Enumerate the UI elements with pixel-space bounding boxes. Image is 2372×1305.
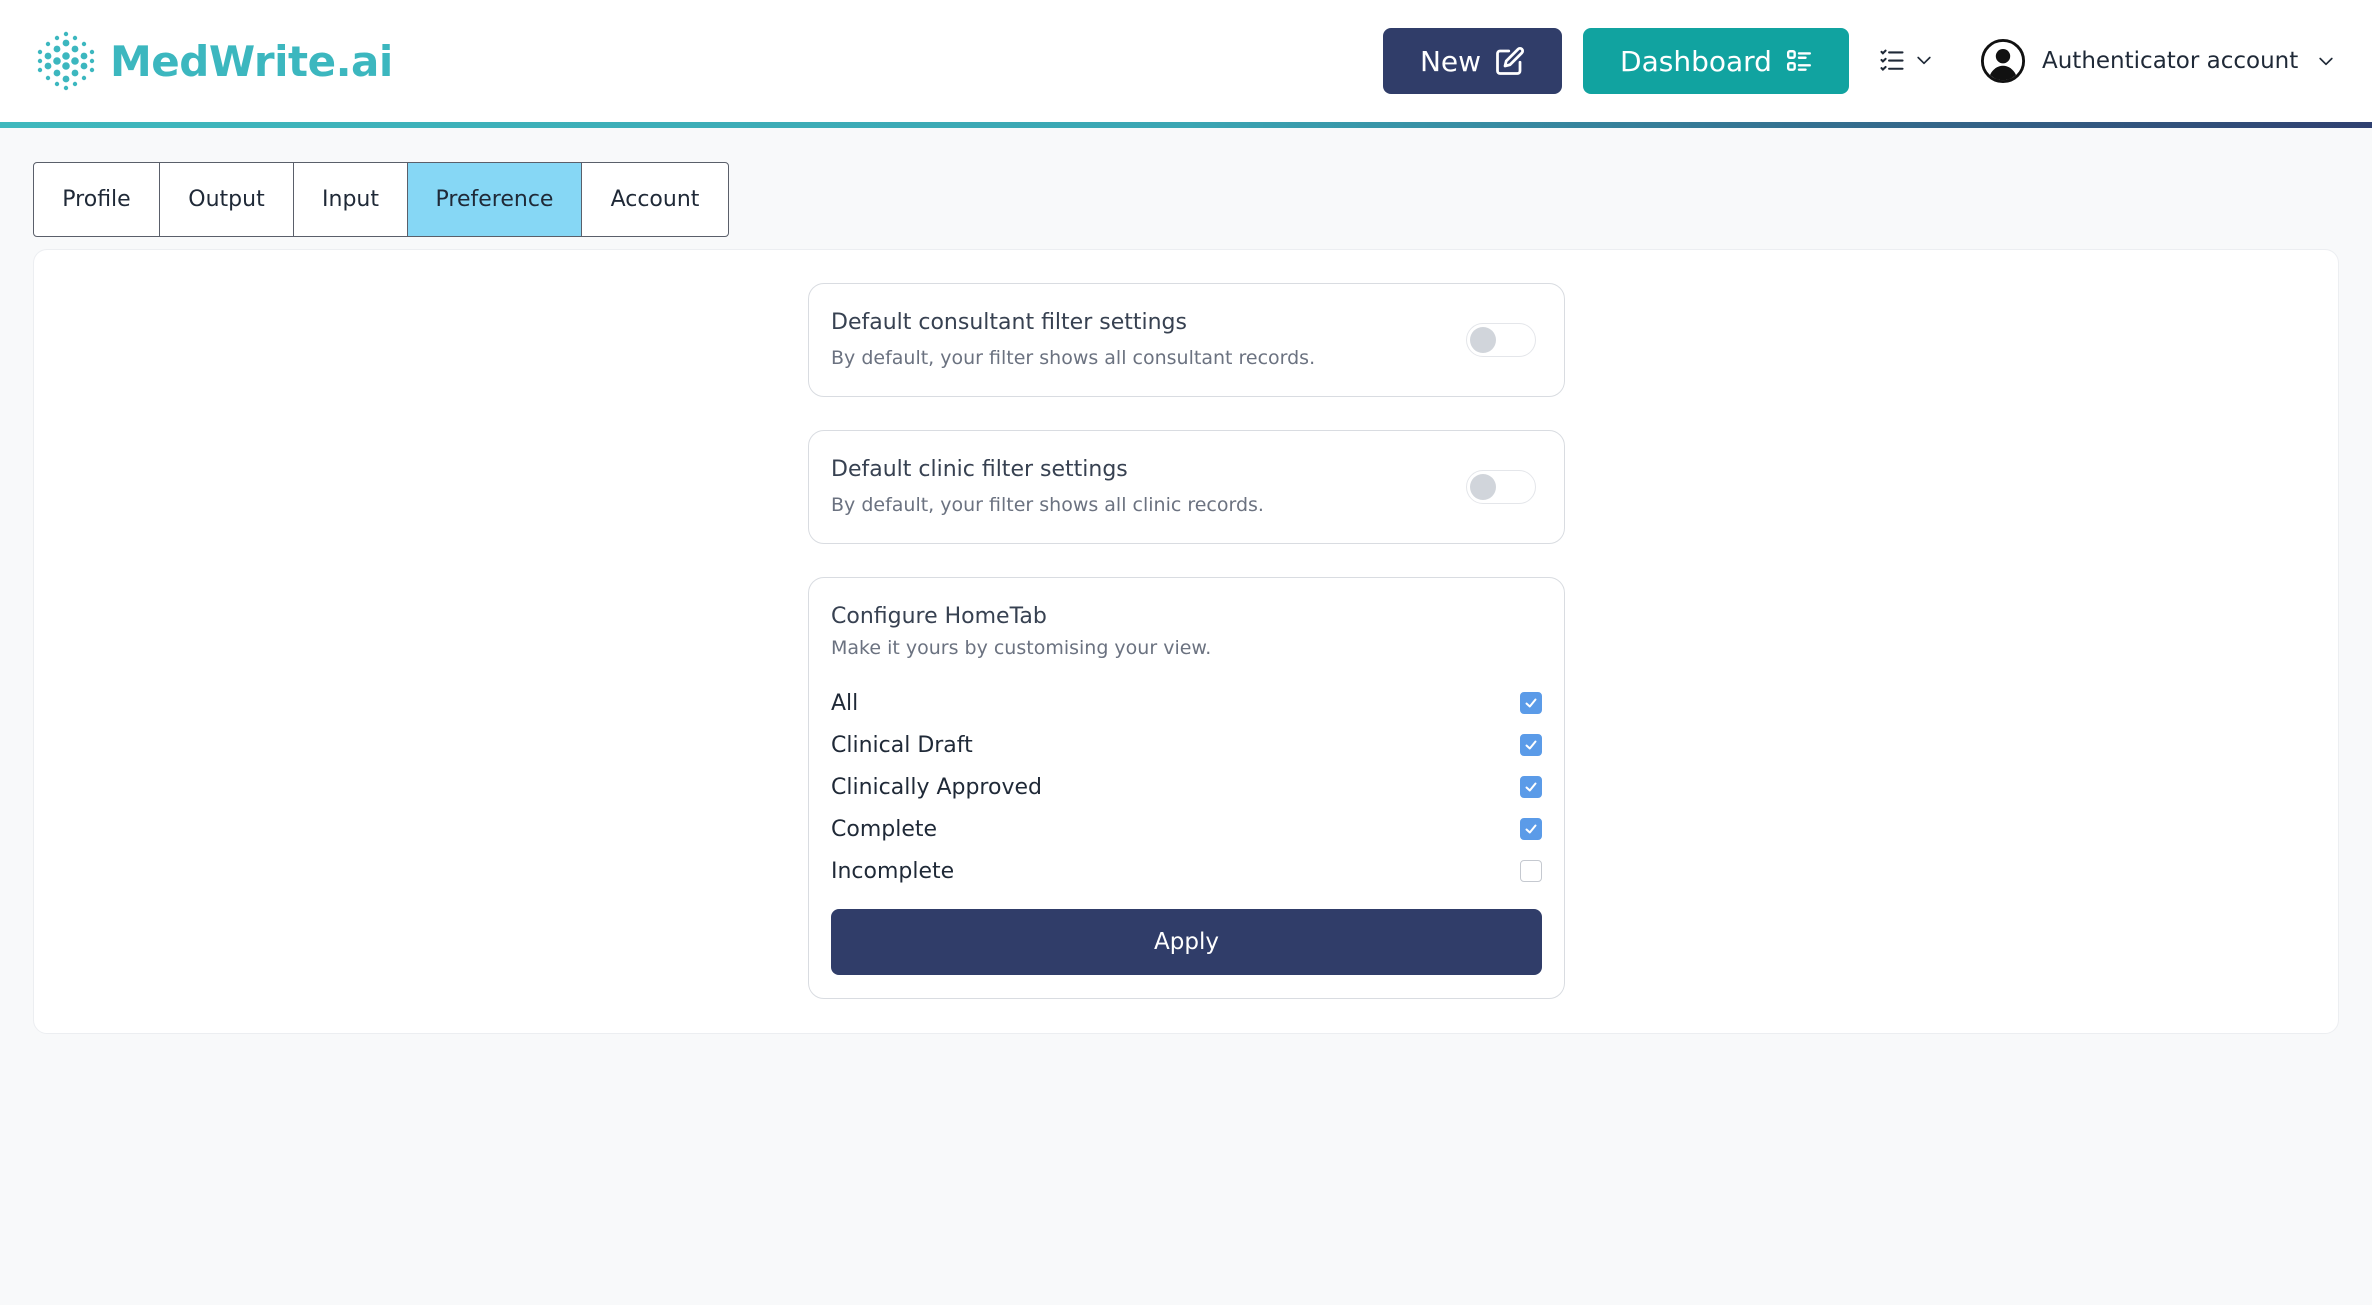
checkmark-icon bbox=[1525, 782, 1537, 792]
dashboard-button-label: Dashboard bbox=[1620, 44, 1772, 78]
user-avatar-icon bbox=[1980, 38, 2026, 84]
clinic-filter-toggle[interactable] bbox=[1466, 470, 1536, 504]
checkmark-icon bbox=[1525, 824, 1537, 834]
hometab-option-label: Complete bbox=[831, 816, 938, 842]
hometab-description: Make it yours by customising your view. bbox=[831, 637, 1212, 659]
new-button-label: New bbox=[1419, 44, 1482, 78]
hometab-option-row: Complete bbox=[831, 812, 1542, 846]
hometab-config-card: Configure HomeTab Make it yours by custo… bbox=[808, 577, 1565, 999]
account-menu[interactable]: Authenticator account bbox=[1980, 36, 2336, 86]
clinic-filter-title: Default clinic filter settings bbox=[831, 457, 1128, 482]
edit-icon bbox=[1496, 46, 1525, 75]
hometab-option-checkbox[interactable] bbox=[1520, 776, 1542, 798]
hometab-title: Configure HomeTab bbox=[831, 604, 1047, 629]
checklist-icon bbox=[1880, 49, 1904, 72]
tab-input[interactable]: Input bbox=[294, 163, 408, 236]
dashboard-button[interactable]: Dashboard bbox=[1583, 28, 1849, 94]
checkmark-icon bbox=[1525, 740, 1537, 750]
consultant-filter-toggle[interactable] bbox=[1466, 323, 1536, 357]
hometab-option-row: Clinically Approved bbox=[831, 770, 1542, 804]
hometab-option-label: All bbox=[831, 690, 859, 716]
hometab-option-row: Clinical Draft bbox=[831, 728, 1542, 762]
hometab-option-label: Clinical Draft bbox=[831, 732, 973, 758]
list-view-menu[interactable] bbox=[1878, 44, 1934, 76]
hometab-option-checkbox[interactable] bbox=[1520, 860, 1542, 882]
dashboard-list-icon bbox=[1786, 50, 1811, 71]
consultant-filter-title: Default consultant filter settings bbox=[831, 310, 1187, 335]
tab-profile[interactable]: Profile bbox=[34, 163, 160, 236]
new-button[interactable]: New bbox=[1383, 28, 1562, 94]
tab-output[interactable]: Output bbox=[160, 163, 294, 236]
clinic-filter-description: By default, your filter shows all clinic… bbox=[831, 494, 1264, 516]
consultant-filter-description: By default, your filter shows all consul… bbox=[831, 347, 1316, 369]
hometab-option-checkbox[interactable] bbox=[1520, 818, 1542, 840]
logo-dots-icon bbox=[37, 31, 95, 91]
header-accent-bar bbox=[0, 122, 2372, 128]
account-name: Authenticator account bbox=[2042, 48, 2299, 74]
toggle-knob bbox=[1470, 474, 1496, 500]
top-header: MedWrite.ai New Dashboard Authenticator … bbox=[0, 0, 2372, 124]
chevron-down-icon bbox=[1917, 56, 1931, 65]
hometab-option-checkbox[interactable] bbox=[1520, 692, 1542, 714]
consultant-filter-card: Default consultant filter settings By de… bbox=[808, 283, 1565, 397]
brand-logo[interactable]: MedWrite.ai bbox=[36, 30, 393, 92]
settings-tabs: Profile Output Input Preference Account bbox=[33, 162, 729, 237]
hometab-option-label: Clinically Approved bbox=[831, 774, 1042, 800]
clinic-filter-card: Default clinic filter settings By defaul… bbox=[808, 430, 1565, 544]
hometab-option-label: Incomplete bbox=[831, 858, 955, 884]
hometab-option-row: All bbox=[831, 686, 1542, 720]
checkmark-icon bbox=[1525, 698, 1537, 708]
hometab-option-row: Incomplete bbox=[831, 854, 1542, 888]
brand-name: MedWrite.ai bbox=[110, 36, 393, 86]
tab-preference[interactable]: Preference bbox=[408, 163, 582, 236]
chevron-down-icon bbox=[2319, 57, 2333, 66]
apply-button[interactable]: Apply bbox=[831, 909, 1542, 975]
tab-account[interactable]: Account bbox=[582, 163, 728, 236]
toggle-knob bbox=[1470, 327, 1496, 353]
hometab-option-checkbox[interactable] bbox=[1520, 734, 1542, 756]
